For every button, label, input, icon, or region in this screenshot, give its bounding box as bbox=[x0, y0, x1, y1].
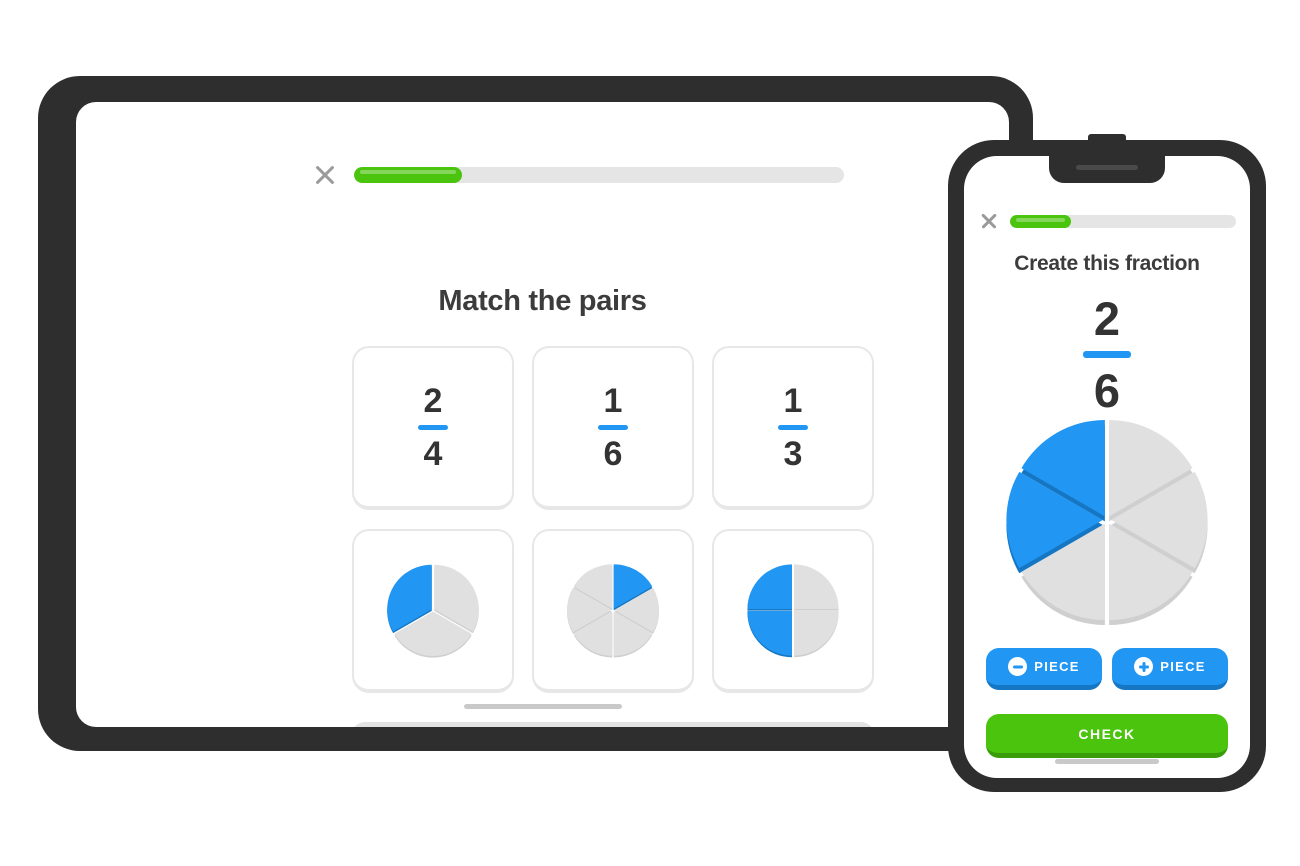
target-fraction: 2 6 bbox=[964, 295, 1250, 414]
check-button[interactable]: CHECK bbox=[986, 714, 1228, 758]
phone-screen: Create this fraction 2 6 PIECE PIECE CHE… bbox=[964, 156, 1250, 778]
home-indicator bbox=[1055, 759, 1159, 764]
minus-piece-button[interactable]: PIECE bbox=[986, 648, 1102, 690]
pie-chart-icon bbox=[563, 560, 663, 660]
check-button[interactable]: CHECK bbox=[352, 722, 874, 727]
fraction-card-1-6[interactable]: 1 6 bbox=[532, 346, 694, 510]
page-title: Match the pairs bbox=[438, 285, 647, 317]
fraction-denominator: 3 bbox=[783, 434, 803, 473]
fraction-bar bbox=[778, 424, 808, 430]
plus-piece-button[interactable]: PIECE bbox=[1112, 648, 1228, 690]
fraction-numerator: 2 bbox=[423, 381, 443, 420]
phone-top-bar bbox=[980, 212, 1236, 230]
tablet-screen: Match the pairs 2 4 1 6 1 3 bbox=[76, 102, 1009, 727]
minus-piece-label: PIECE bbox=[1034, 659, 1080, 674]
pie-chart-icon bbox=[383, 560, 483, 660]
home-indicator bbox=[463, 704, 622, 709]
pie-chart-icon bbox=[743, 560, 843, 660]
close-icon[interactable] bbox=[314, 164, 336, 186]
fraction-numerator: 2 bbox=[1093, 292, 1121, 345]
fraction-denominator: 4 bbox=[423, 434, 443, 473]
lesson-progress-bar bbox=[1010, 214, 1236, 228]
page-title: Create this fraction bbox=[1014, 252, 1200, 275]
fraction-glyph: 2 6 bbox=[1083, 295, 1131, 414]
pie-slice-filled bbox=[747, 611, 792, 656]
tablet-device-frame: Match the pairs 2 4 1 6 1 3 bbox=[38, 76, 1033, 751]
phone-speaker-icon bbox=[1076, 165, 1138, 170]
phone-device-frame: Create this fraction 2 6 PIECE PIECE CHE… bbox=[948, 134, 1266, 792]
interactive-pie-chart[interactable] bbox=[998, 414, 1216, 626]
plus-piece-label: PIECE bbox=[1160, 659, 1206, 674]
lesson-progress-fill bbox=[354, 167, 462, 183]
lesson-progress-fill bbox=[1010, 214, 1072, 228]
pie-card-sixths[interactable] bbox=[532, 529, 694, 693]
piece-controls: PIECE PIECE bbox=[986, 648, 1228, 690]
fraction-numerator: 1 bbox=[603, 381, 623, 420]
match-pairs-grid: 2 4 1 6 1 3 bbox=[352, 346, 876, 693]
fraction-denominator: 6 bbox=[1093, 364, 1121, 417]
fraction-bar bbox=[598, 424, 628, 430]
close-icon[interactable] bbox=[980, 212, 998, 230]
plus-circle-icon bbox=[1134, 657, 1154, 676]
fraction-glyph: 1 3 bbox=[778, 384, 808, 471]
phone-antenna bbox=[1088, 134, 1126, 144]
pie-card-quarters[interactable] bbox=[712, 529, 874, 693]
fraction-denominator: 6 bbox=[603, 434, 623, 473]
pie-slice-empty bbox=[794, 611, 839, 656]
pie-card-thirds[interactable] bbox=[352, 529, 514, 693]
fraction-bar bbox=[418, 424, 448, 430]
lesson-progress-bar bbox=[354, 167, 844, 183]
fraction-card-2-4[interactable]: 2 4 bbox=[352, 346, 514, 510]
mockup-stage: Match the pairs 2 4 1 6 1 3 Create this … bbox=[0, 0, 1300, 866]
pie-slice-empty bbox=[794, 564, 839, 609]
tablet-top-bar bbox=[314, 164, 844, 186]
fraction-numerator: 1 bbox=[783, 381, 803, 420]
fraction-glyph: 2 4 bbox=[418, 384, 448, 471]
fraction-bar bbox=[1083, 351, 1131, 358]
minus-circle-icon bbox=[1008, 657, 1028, 676]
fraction-card-1-3[interactable]: 1 3 bbox=[712, 346, 874, 510]
fraction-glyph: 1 6 bbox=[598, 384, 628, 471]
pie-slice-filled bbox=[747, 564, 792, 609]
